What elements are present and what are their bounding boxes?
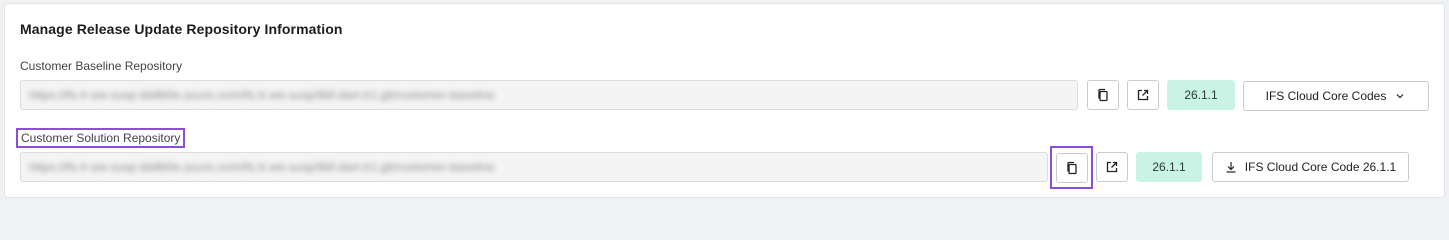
solution-repository-url-field[interactable]: https://ifs-lr-we-susp-bb8b0e.azure.com/… xyxy=(20,152,1048,182)
copy-icon xyxy=(1098,88,1108,102)
solution-repository-label: Customer Solution Repository xyxy=(16,128,186,148)
download-core-code-label: IFS Cloud Core Code 26.1.1 xyxy=(1244,160,1397,174)
chevron-down-icon xyxy=(1396,94,1404,99)
core-codes-dropdown[interactable]: IFS Cloud Core Codes xyxy=(1243,81,1429,111)
baseline-repository-url: https://ifs-lr-we-susp-bb8b0e.azure.com/… xyxy=(29,88,495,102)
solution-copy-button[interactable] xyxy=(1055,152,1088,183)
baseline-repository-url-field[interactable]: https://ifs-lr-we-susp-bb8b0e.azure.com/… xyxy=(20,80,1078,110)
external-link-icon xyxy=(1106,161,1118,173)
baseline-version-badge: 26.1.1 xyxy=(1167,80,1235,110)
solution-repository-url: https://ifs-lr-we-susp-bb8b0e.azure.com/… xyxy=(29,160,495,174)
download-icon xyxy=(1226,162,1236,173)
baseline-repository-label: Customer Baseline Repository xyxy=(20,59,183,73)
download-core-code-button[interactable]: IFS Cloud Core Code 26.1.1 xyxy=(1212,152,1409,182)
baseline-open-link-button[interactable] xyxy=(1127,80,1159,110)
solution-copy-highlight xyxy=(1050,146,1093,189)
repository-info-panel: Manage Release Update Repository Informa… xyxy=(4,3,1445,198)
section-title: Manage Release Update Repository Informa… xyxy=(20,21,343,37)
copy-icon xyxy=(1066,161,1077,174)
external-link-icon xyxy=(1137,89,1149,101)
core-codes-dropdown-label: IFS Cloud Core Codes xyxy=(1265,89,1387,103)
baseline-copy-button[interactable] xyxy=(1087,80,1119,110)
solution-version-badge: 26.1.1 xyxy=(1136,152,1202,182)
solution-open-link-button[interactable] xyxy=(1096,152,1128,182)
